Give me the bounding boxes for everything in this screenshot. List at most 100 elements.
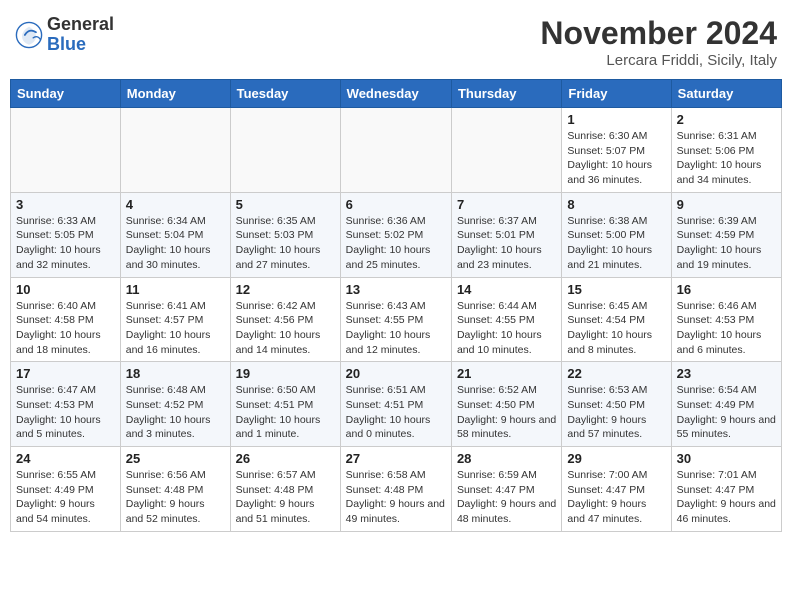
day-info: Sunrise: 6:59 AM Sunset: 4:47 PM Dayligh…	[457, 468, 556, 527]
day-info: Sunrise: 6:37 AM Sunset: 5:01 PM Dayligh…	[457, 214, 556, 273]
title-area: November 2024 Lercara Friddi, Sicily, It…	[540, 15, 777, 69]
day-info: Sunrise: 6:35 AM Sunset: 5:03 PM Dayligh…	[236, 214, 335, 273]
calendar-cell: 7 Sunrise: 6:37 AM Sunset: 5:01 PM Daylig…	[451, 192, 561, 277]
day-number: 2	[677, 112, 776, 127]
day-number: 23	[677, 366, 776, 381]
day-info: Sunrise: 6:43 AM Sunset: 4:55 PM Dayligh…	[346, 299, 446, 358]
day-number: 9	[677, 197, 776, 212]
calendar-cell: 12 Sunrise: 6:42 AM Sunset: 4:56 PM Dayli…	[230, 277, 340, 362]
calendar-cell: 11 Sunrise: 6:41 AM Sunset: 4:57 PM Dayli…	[120, 277, 230, 362]
day-number: 30	[677, 451, 776, 466]
calendar-cell: 3 Sunrise: 6:33 AM Sunset: 5:05 PM Daylig…	[11, 192, 121, 277]
day-info: Sunrise: 6:58 AM Sunset: 4:48 PM Dayligh…	[346, 468, 446, 527]
day-number: 25	[126, 451, 225, 466]
day-number: 29	[567, 451, 665, 466]
day-number: 18	[126, 366, 225, 381]
day-number: 6	[346, 197, 446, 212]
calendar-cell: 16 Sunrise: 6:46 AM Sunset: 4:53 PM Dayli…	[671, 277, 781, 362]
calendar-cell: 1Sunrise: 6:30 AM Sunset: 5:07 PM Daylig…	[562, 108, 671, 193]
calendar-cell: 9 Sunrise: 6:39 AM Sunset: 4:59 PM Daylig…	[671, 192, 781, 277]
calendar-cell: 17 Sunrise: 6:47 AM Sunset: 4:53 PM Dayli…	[11, 362, 121, 447]
calendar-cell	[451, 108, 561, 193]
day-info: Sunrise: 6:46 AM Sunset: 4:53 PM Dayligh…	[677, 299, 776, 358]
calendar-cell: 10Sunrise: 6:40 AM Sunset: 4:58 PM Dayli…	[11, 277, 121, 362]
logo: General Blue	[15, 15, 114, 55]
day-number: 19	[236, 366, 335, 381]
weekday-header-thursday: Thursday	[451, 80, 561, 108]
calendar-cell: 23 Sunrise: 6:54 AM Sunset: 4:49 PM Dayli…	[671, 362, 781, 447]
calendar-cell: 28 Sunrise: 6:59 AM Sunset: 4:47 PM Dayli…	[451, 447, 561, 532]
location: Lercara Friddi, Sicily, Italy	[540, 52, 777, 69]
calendar-cell: 15Sunrise: 6:45 AM Sunset: 4:54 PM Dayli…	[562, 277, 671, 362]
day-number: 5	[236, 197, 335, 212]
month-title: November 2024	[540, 15, 777, 52]
calendar-cell: 27 Sunrise: 6:58 AM Sunset: 4:48 PM Dayli…	[340, 447, 451, 532]
week-row-2: 3 Sunrise: 6:33 AM Sunset: 5:05 PM Daylig…	[11, 192, 782, 277]
calendar-cell: 2Sunrise: 6:31 AM Sunset: 5:06 PM Daylig…	[671, 108, 781, 193]
day-number: 28	[457, 451, 556, 466]
day-number: 13	[346, 282, 446, 297]
day-info: Sunrise: 6:38 AM Sunset: 5:00 PM Dayligh…	[567, 214, 665, 273]
calendar-cell: 6 Sunrise: 6:36 AM Sunset: 5:02 PM Daylig…	[340, 192, 451, 277]
logo-blue-text: Blue	[47, 35, 114, 55]
day-info: Sunrise: 6:34 AM Sunset: 5:04 PM Dayligh…	[126, 214, 225, 273]
calendar-cell: 26 Sunrise: 6:57 AM Sunset: 4:48 PM Dayli…	[230, 447, 340, 532]
calendar-cell: 30 Sunrise: 7:01 AM Sunset: 4:47 PM Dayli…	[671, 447, 781, 532]
logo-general-text: General	[47, 15, 114, 35]
header: General Blue November 2024 Lercara Fridd…	[10, 10, 782, 69]
day-number: 3	[16, 197, 115, 212]
weekday-header-sunday: Sunday	[11, 80, 121, 108]
day-number: 21	[457, 366, 556, 381]
calendar-cell: 5 Sunrise: 6:35 AM Sunset: 5:03 PM Daylig…	[230, 192, 340, 277]
calendar-cell: 4 Sunrise: 6:34 AM Sunset: 5:04 PM Daylig…	[120, 192, 230, 277]
day-info: Sunrise: 6:40 AM Sunset: 4:58 PM Dayligh…	[16, 299, 115, 358]
calendar-cell: 19 Sunrise: 6:50 AM Sunset: 4:51 PM Dayli…	[230, 362, 340, 447]
logo-text: General Blue	[47, 15, 114, 55]
day-info: Sunrise: 6:41 AM Sunset: 4:57 PM Dayligh…	[126, 299, 225, 358]
day-info: Sunrise: 6:55 AM Sunset: 4:49 PM Dayligh…	[16, 468, 115, 527]
calendar-cell	[230, 108, 340, 193]
day-number: 11	[126, 282, 225, 297]
calendar-cell: 14Sunrise: 6:44 AM Sunset: 4:55 PM Dayli…	[451, 277, 561, 362]
calendar-cell	[11, 108, 121, 193]
calendar-cell: 13 Sunrise: 6:43 AM Sunset: 4:55 PM Dayli…	[340, 277, 451, 362]
day-number: 16	[677, 282, 776, 297]
day-number: 7	[457, 197, 556, 212]
calendar-cell: 24Sunrise: 6:55 AM Sunset: 4:49 PM Dayli…	[11, 447, 121, 532]
week-row-4: 17 Sunrise: 6:47 AM Sunset: 4:53 PM Dayli…	[11, 362, 782, 447]
calendar-cell: 25 Sunrise: 6:56 AM Sunset: 4:48 PM Dayli…	[120, 447, 230, 532]
day-info: Sunrise: 7:00 AM Sunset: 4:47 PM Dayligh…	[567, 468, 665, 527]
day-info: Sunrise: 6:57 AM Sunset: 4:48 PM Dayligh…	[236, 468, 335, 527]
day-info: Sunrise: 6:39 AM Sunset: 4:59 PM Dayligh…	[677, 214, 776, 273]
day-info: Sunrise: 6:36 AM Sunset: 5:02 PM Dayligh…	[346, 214, 446, 273]
day-number: 26	[236, 451, 335, 466]
weekday-header-row: SundayMondayTuesdayWednesdayThursdayFrid…	[11, 80, 782, 108]
weekday-header-wednesday: Wednesday	[340, 80, 451, 108]
day-info: Sunrise: 6:56 AM Sunset: 4:48 PM Dayligh…	[126, 468, 225, 527]
weekday-header-monday: Monday	[120, 80, 230, 108]
weekday-header-saturday: Saturday	[671, 80, 781, 108]
day-number: 20	[346, 366, 446, 381]
weekday-header-friday: Friday	[562, 80, 671, 108]
day-info: Sunrise: 6:42 AM Sunset: 4:56 PM Dayligh…	[236, 299, 335, 358]
day-number: 27	[346, 451, 446, 466]
calendar-cell: 8Sunrise: 6:38 AM Sunset: 5:00 PM Daylig…	[562, 192, 671, 277]
day-number: 4	[126, 197, 225, 212]
day-info: Sunrise: 6:33 AM Sunset: 5:05 PM Dayligh…	[16, 214, 115, 273]
day-info: Sunrise: 7:01 AM Sunset: 4:47 PM Dayligh…	[677, 468, 776, 527]
day-number: 12	[236, 282, 335, 297]
logo-icon	[15, 21, 43, 49]
week-row-3: 10Sunrise: 6:40 AM Sunset: 4:58 PM Dayli…	[11, 277, 782, 362]
day-info: Sunrise: 6:47 AM Sunset: 4:53 PM Dayligh…	[16, 383, 115, 442]
day-number: 1	[567, 112, 665, 127]
day-number: 17	[16, 366, 115, 381]
day-info: Sunrise: 6:45 AM Sunset: 4:54 PM Dayligh…	[567, 299, 665, 358]
day-info: Sunrise: 6:50 AM Sunset: 4:51 PM Dayligh…	[236, 383, 335, 442]
weekday-header-tuesday: Tuesday	[230, 80, 340, 108]
calendar-cell: 22Sunrise: 6:53 AM Sunset: 4:50 PM Dayli…	[562, 362, 671, 447]
calendar-cell: 18Sunrise: 6:48 AM Sunset: 4:52 PM Dayli…	[120, 362, 230, 447]
calendar-cell: 20Sunrise: 6:51 AM Sunset: 4:51 PM Dayli…	[340, 362, 451, 447]
day-info: Sunrise: 6:44 AM Sunset: 4:55 PM Dayligh…	[457, 299, 556, 358]
day-info: Sunrise: 6:54 AM Sunset: 4:49 PM Dayligh…	[677, 383, 776, 442]
calendar-table: SundayMondayTuesdayWednesdayThursdayFrid…	[10, 79, 782, 532]
